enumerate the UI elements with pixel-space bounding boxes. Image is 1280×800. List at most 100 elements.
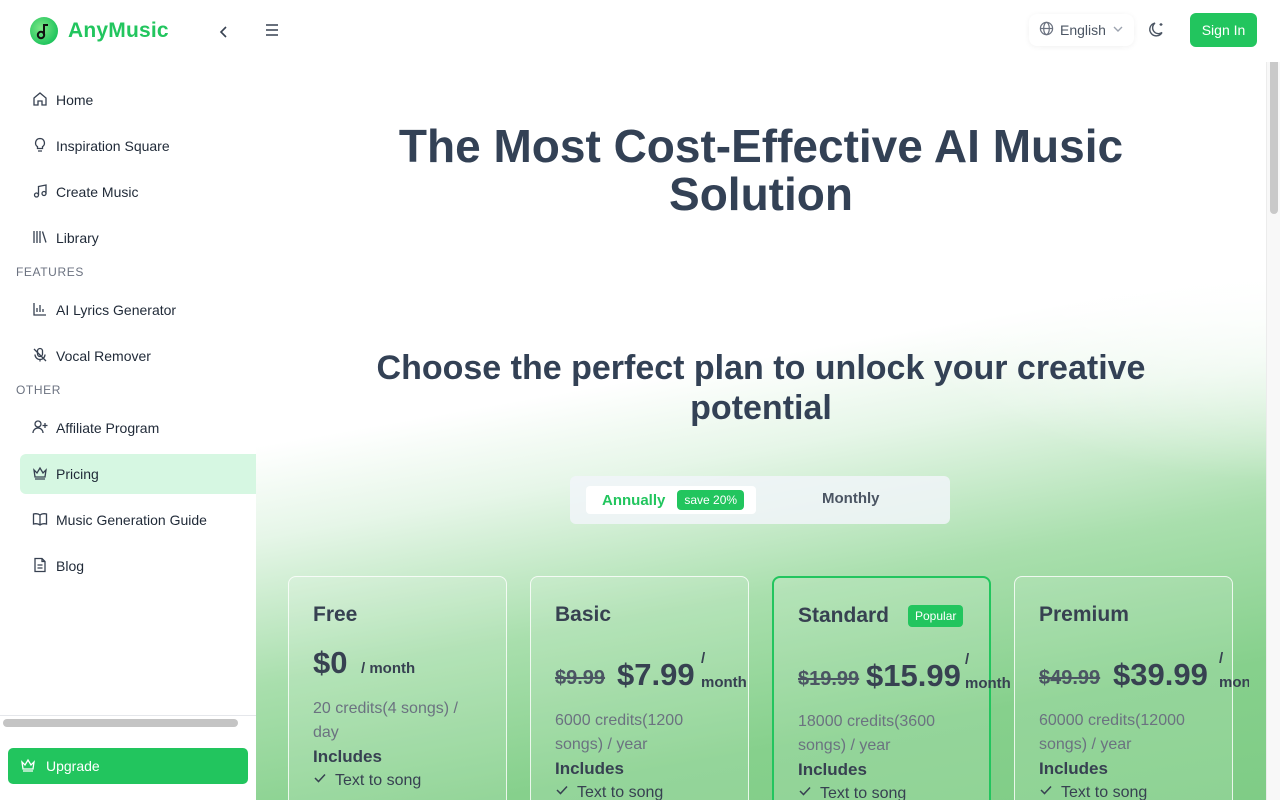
music-logo-icon <box>30 17 58 45</box>
plan-period: / month <box>701 647 747 695</box>
period-slash: / <box>1219 650 1224 667</box>
globe-icon <box>1039 21 1054 39</box>
sidebar-item-create-music[interactable]: Create Music <box>20 172 256 212</box>
credits-line-1: 20 credits(4 songs) / <box>313 700 458 717</box>
plan-card-free: Free $0 / month 20 credits(4 songs) / da… <box>288 576 507 800</box>
hero-title-line-1: The Most Cost-Effective AI Music <box>398 120 1124 172</box>
sign-in-button[interactable]: Sign In <box>1190 13 1257 47</box>
monthly-tab[interactable]: Monthly <box>822 490 880 507</box>
subtitle-line-1: Choose the perfect plan to unlock your c… <box>376 349 1146 387</box>
sidebar-item-home[interactable]: Home <box>20 80 256 120</box>
logo[interactable]: AnyMusic <box>30 17 169 45</box>
sidebar-item-label: Pricing <box>56 466 99 482</box>
sidebar: Home Inspiration Square Create Music Lib… <box>0 62 256 800</box>
subtitle-line-2: potential <box>690 389 832 427</box>
sidebar-item-affiliate-program[interactable]: Affiliate Program <box>20 408 256 448</box>
check-icon <box>798 784 812 800</box>
sidebar-item-vocal-remover[interactable]: Vocal Remover <box>20 336 256 376</box>
plan-old-price: $19.99 <box>798 668 860 690</box>
sidebar-item-label: Home <box>56 92 94 108</box>
menu-icon[interactable] <box>258 16 286 44</box>
dark-mode-icon[interactable] <box>1143 16 1171 44</box>
period-unit: month <box>1219 674 1249 691</box>
plan-period: / month <box>965 648 1011 696</box>
plan-feature: Text to song <box>798 784 906 800</box>
pricing-subtitle: Choose the perfect plan to unlock your c… <box>316 348 1206 428</box>
music-note-icon <box>32 183 48 202</box>
period-slash: / <box>701 650 706 667</box>
sidebar-item-label: Music Generation Guide <box>56 512 207 528</box>
check-icon <box>313 771 327 790</box>
plan-old-price: $49.99 <box>1039 667 1101 689</box>
sidebar-item-label: Library <box>56 230 99 246</box>
app-name: AnyMusic <box>68 19 169 42</box>
plan-credits: 60000 credits(12000 songs) / year <box>1039 709 1214 757</box>
plan-name: Premium <box>1039 603 1129 626</box>
home-icon <box>32 91 48 110</box>
user-plus-icon <box>32 419 48 438</box>
sidebar-item-label: Inspiration Square <box>56 138 170 154</box>
hero-title-line-2: Solution <box>669 168 853 220</box>
plan-name: Basic <box>555 603 612 626</box>
credits-line-1: 18000 credits(3600 <box>798 713 935 730</box>
plan-name: Free <box>313 603 358 626</box>
document-icon <box>32 557 48 576</box>
credits-line-2: songs) / year <box>555 736 648 753</box>
upgrade-button[interactable]: Upgrade <box>8 748 248 784</box>
popular-badge: Popular <box>908 605 964 627</box>
plan-card-basic: Basic $9.99 $7.99 / month 6000 credits(1… <box>530 576 749 800</box>
sidebar-item-inspiration-square[interactable]: Inspiration Square <box>20 126 256 166</box>
includes-heading: Includes <box>313 747 382 766</box>
plan-feature: Text to song <box>313 771 421 790</box>
plan-name: Standard <box>798 604 890 627</box>
bar-chart-icon <box>32 301 48 320</box>
sidebar-item-music-generation-guide[interactable]: Music Generation Guide <box>20 500 256 540</box>
save-badge: save 20% <box>677 490 745 510</box>
credits-line-2: songs) / year <box>798 737 891 754</box>
plan-price: $39.99 <box>1113 657 1208 692</box>
top-header: AnyMusic English Sign In <box>0 0 1280 62</box>
feature-label: Text to song <box>577 783 664 800</box>
plan-period: / month <box>361 660 416 677</box>
sidebar-item-pricing[interactable]: Pricing <box>20 454 256 494</box>
language-select[interactable]: English <box>1029 14 1134 46</box>
sidebar-item-blog[interactable]: Blog <box>20 546 256 586</box>
feature-label: Text to song <box>820 784 907 800</box>
sidebar-scrollbar[interactable] <box>3 719 238 727</box>
credits-line-2: day <box>313 724 339 741</box>
plan-feature: Text to song <box>1039 783 1147 800</box>
section-label-other: OTHER <box>16 383 61 397</box>
feature-label: Text to song <box>1061 783 1148 800</box>
plan-card-standard: Standard Popular $19.99 $15.99 / month 1… <box>772 576 1011 800</box>
sidebar-item-ai-lyrics-generator[interactable]: AI Lyrics Generator <box>20 290 256 330</box>
sidebar-item-label: Blog <box>56 558 85 574</box>
sidebar-item-label: Create Music <box>56 184 139 200</box>
credits-line-2: songs) / year <box>1039 736 1132 753</box>
includes-heading: Includes <box>798 760 867 779</box>
plan-price: $7.99 <box>617 657 695 692</box>
hero-title: The Most Cost-Effective AI Music Solutio… <box>256 122 1266 218</box>
library-icon <box>32 229 48 248</box>
credits-line-1: 6000 credits(1200 <box>555 712 684 729</box>
section-label-features: FEATURES <box>16 265 84 279</box>
sidebar-item-library[interactable]: Library <box>20 218 256 258</box>
main-content: The Most Cost-Effective AI Music Solutio… <box>256 62 1266 800</box>
plan-price: $15.99 <box>866 658 961 693</box>
check-icon <box>555 783 569 800</box>
lightbulb-icon <box>32 137 48 156</box>
includes-heading: Includes <box>555 759 624 778</box>
plan-credits: 20 credits(4 songs) / day <box>313 697 488 745</box>
billing-toggle: Annually save 20% Monthly <box>570 476 950 524</box>
plan-credits: 18000 credits(3600 songs) / year <box>798 710 973 758</box>
crown-icon <box>32 465 48 484</box>
credits-line-1: 60000 credits(12000 <box>1039 712 1185 729</box>
annually-tab[interactable]: Annually save 20% <box>586 486 756 514</box>
check-icon <box>1039 783 1053 800</box>
mic-off-icon <box>32 347 48 366</box>
period-unit: month <box>965 675 1011 692</box>
period-unit: month <box>701 674 747 691</box>
collapse-sidebar-icon[interactable] <box>210 18 238 46</box>
language-label: English <box>1060 22 1106 38</box>
sidebar-item-label: Affiliate Program <box>56 420 160 436</box>
page-scrollbar[interactable] <box>1266 0 1280 800</box>
